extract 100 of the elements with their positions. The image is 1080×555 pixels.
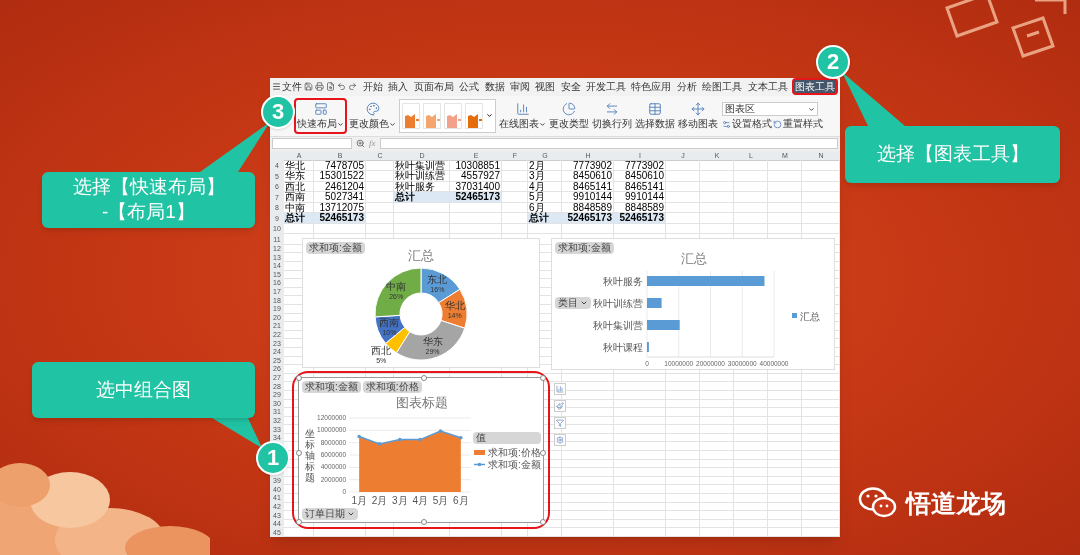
menu-tab[interactable]: 开发工具 [585,78,627,96]
table-cell: 总计 [284,213,313,223]
table-cell-text: 8450610 [624,171,665,181]
table-cell: 52465173 [314,213,365,223]
field-button[interactable]: 类目 [555,296,591,309]
field-button[interactable]: 求和项:金额 [302,380,361,393]
table-cell-text: 2月 [528,160,546,171]
chart-style-thumbnail[interactable] [423,102,441,129]
ribbon-button[interactable]: 更改类型 [548,97,590,134]
menu-tab[interactable]: 视图 [534,78,557,96]
ribbon-button[interactable]: 设置格式 [722,119,772,130]
table-cell-text: 3月 [528,171,546,181]
selection-handle[interactable] [296,449,302,456]
selection-handle[interactable] [296,518,302,525]
field-button[interactable]: 值 [473,431,541,444]
chart-style-thumbnail[interactable] [465,102,483,129]
table-cell-text: 9910144 [624,192,665,202]
pie-chart-icon [562,102,576,117]
chart-elements-icon [556,384,564,393]
selection-handle[interactable] [296,374,302,381]
table-cell: 52465173 [450,192,501,202]
swap-icon [605,102,619,117]
step-number-badge: 2 [816,45,850,79]
table-cell: 52465173 [562,213,613,223]
ribbon-button[interactable]: 在线图表 [498,97,547,134]
menu-tab[interactable]: 公式 [458,78,481,96]
table-cell-text: 7478705 [324,160,365,171]
chart-style-thumbnail[interactable] [402,102,420,129]
legend-label: 求和项:金额 [488,458,541,470]
chart-elements-button[interactable] [554,382,566,395]
chart-title: 图表标题 [396,394,448,410]
table-cell-text: 9910144 [572,192,613,202]
selection-handle[interactable] [421,518,427,525]
menu-tab[interactable]: 图表工具 [791,78,838,96]
field-button[interactable]: 求和项:金额 [555,241,614,254]
chart-style-thumbnail[interactable] [444,102,462,129]
chart-title: 汇总 [681,250,707,266]
ribbon-button[interactable]: 快速布局 [294,97,347,134]
name-box[interactable] [272,138,352,150]
menu-tab[interactable]: 文本工具 [746,78,789,96]
undo-icon[interactable] [337,82,346,92]
selection-handle[interactable] [540,374,546,381]
chart-element-dropdown[interactable]: 图表区 [722,102,818,117]
menu-tab[interactable]: 特色应用 [630,78,673,96]
table-cell: 总计 [394,192,449,202]
filter-icon [556,418,564,427]
category-label: 5月 [432,494,449,506]
table-cell-text: 37031400 [454,181,501,192]
field-button[interactable]: 求和项:金额 [306,241,365,254]
field-button[interactable]: 订单日期 [302,507,358,520]
selection-handle[interactable] [540,449,546,456]
preview-icon[interactable] [326,82,335,92]
table-cell-text: 秋叶服务 [395,181,436,192]
table-cell-text: 6月 [529,202,546,213]
formula-field[interactable] [379,138,838,150]
ribbon-button[interactable]: 移动图表 [677,97,719,134]
function-label: fx [369,139,376,149]
zoom-icon[interactable] [356,139,365,149]
table-cell-text: 8450610 [572,171,613,181]
ribbon-button[interactable]: 重置样式 [773,119,823,130]
menu-tab[interactable]: 审阅 [508,78,531,96]
table-cell-text: 8465141 [572,181,613,192]
bar-chart-icon [515,102,530,117]
menu-tab[interactable]: 页面布局 [412,78,455,96]
callout-pointer [842,72,905,126]
reset-icon [773,119,782,129]
menu-tab[interactable]: 安全 [559,78,582,96]
category-label: 4月 [412,494,428,506]
category-label: 秋叶服务 [603,275,643,287]
selection-handle[interactable] [421,374,427,381]
redo-icon[interactable] [348,82,357,92]
table-cell-text: 4557927 [460,171,501,181]
ribbon-button[interactable]: 更改颜色 [348,97,397,134]
axis-title: 坐标轴标题 [305,427,315,483]
ribbon-button[interactable]: 选择数据 [634,97,676,134]
table-cell: 52465173 [614,213,665,223]
table-cell-text: 西北 [284,181,306,192]
table-cell-text: 15301522 [318,171,365,181]
print-icon[interactable] [315,82,324,92]
table-cell-text: 10308851 [454,160,501,171]
format-icon [722,119,731,129]
menu-tab[interactable]: 数据 [483,78,506,96]
menu-tab[interactable]: 分析 [675,78,698,96]
caret-icon [389,120,396,128]
selection-handle[interactable] [540,518,546,525]
table-cell-text: 8848589 [624,202,665,213]
menu-tab[interactable]: 插入 [387,78,410,96]
palette-icon [365,102,380,117]
menu-tab[interactable]: 开始 [362,78,384,96]
menu-tab[interactable]: 绘图工具 [701,78,744,96]
table-cell-text: 华北 [284,160,306,171]
table-cell-text: 5027341 [324,192,365,202]
table-cell-text: 秋叶集训营 [394,160,446,171]
category-label: 秋叶集训营 [593,319,643,331]
save-icon[interactable] [304,82,313,92]
ribbon-button[interactable]: 切换行列 [591,97,633,134]
file-menu[interactable]: 文件 [272,81,302,92]
table-cell-text: 7773902 [624,160,665,171]
field-button[interactable]: 求和项:价格 [362,380,422,393]
layout-icon [313,102,328,117]
